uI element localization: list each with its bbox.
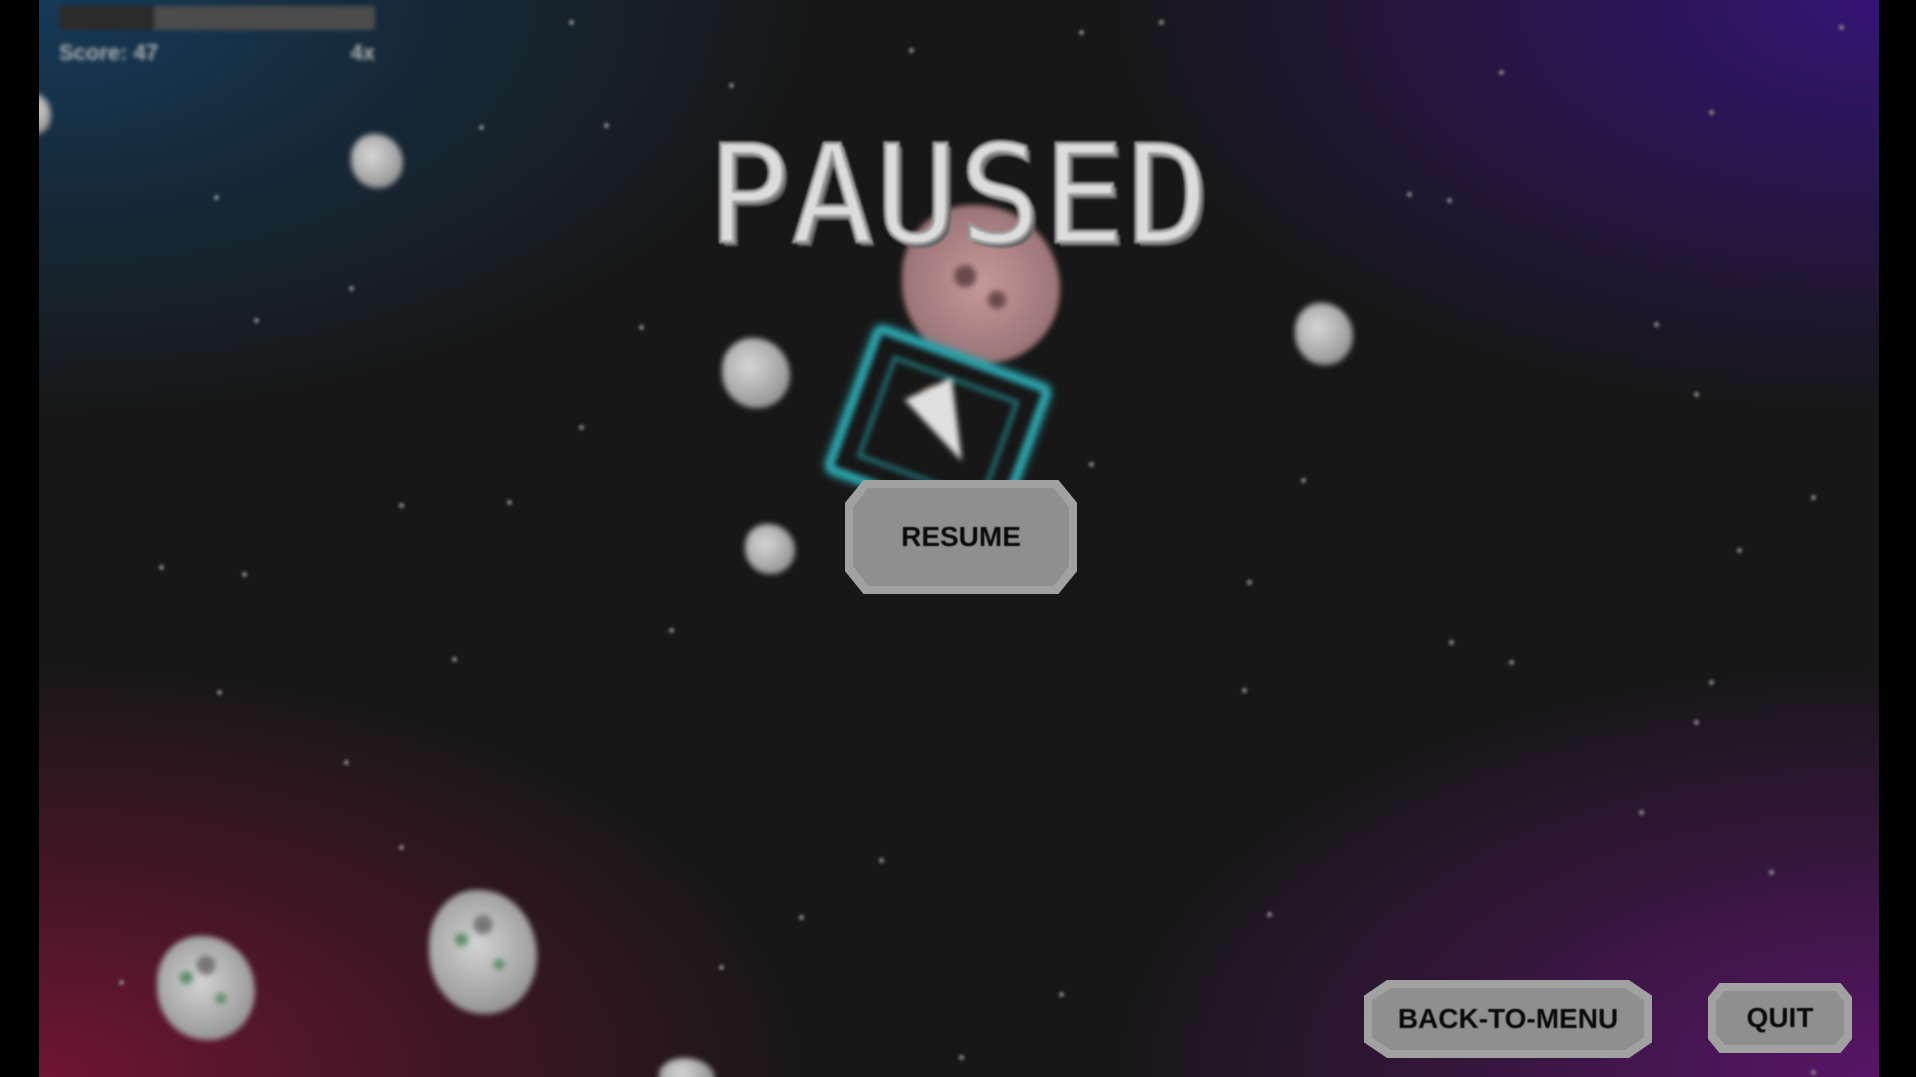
large-asteroid: [429, 890, 537, 1014]
paused-title: PAUSED: [706, 117, 1211, 275]
large-asteroid: [157, 936, 255, 1040]
hud-stats: Score: 47 4x: [59, 40, 375, 66]
hud: Score: 47 4x: [59, 6, 389, 66]
game-viewport: Score: 47 4x PAUSED RESUME BACK-TO-MENU …: [39, 0, 1879, 1077]
asteroid: [722, 338, 790, 408]
score-text: Score: 47: [59, 40, 159, 65]
quit-label: QUIT: [1746, 1002, 1814, 1033]
quit-button[interactable]: QUIT: [1708, 983, 1852, 1053]
asteroid-partial: [659, 1058, 715, 1077]
resume-label: RESUME: [901, 521, 1021, 552]
health-bar: [59, 6, 375, 30]
back-to-menu-label: BACK-TO-MENU: [1397, 1003, 1619, 1034]
resume-button[interactable]: RESUME: [845, 480, 1077, 594]
asteroid: [745, 524, 795, 574]
health-bar-fill: [59, 6, 154, 30]
back-to-menu-button[interactable]: BACK-TO-MENU: [1364, 980, 1652, 1058]
asteroid: [1295, 303, 1353, 365]
multiplier-text: 4x: [350, 40, 375, 65]
